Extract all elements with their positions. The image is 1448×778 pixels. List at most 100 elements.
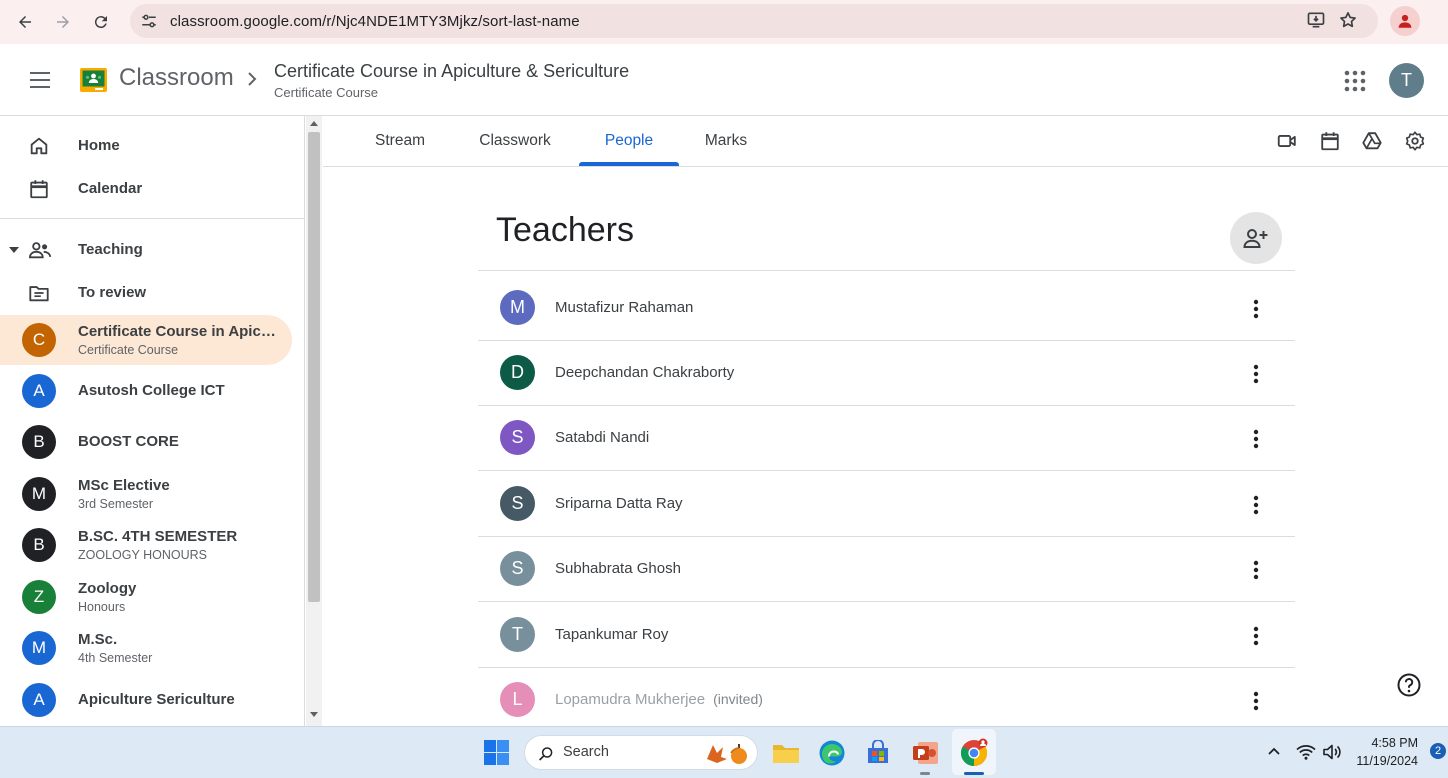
teacher-name: Subhabrata Ghosh bbox=[555, 560, 681, 577]
site-info-icon[interactable] bbox=[132, 12, 166, 30]
course-name: MSc Elective bbox=[78, 477, 170, 494]
clock-time[interactable]: 4:58 PM bbox=[1356, 736, 1418, 750]
people-icon bbox=[28, 239, 52, 261]
sidebar-course-bsc-4th[interactable]: B B.SC. 4TH SEMESTER ZOOLOGY HONOURS bbox=[0, 520, 292, 570]
browser-profile-button[interactable] bbox=[1390, 6, 1420, 36]
microsoft-store-icon[interactable] bbox=[862, 737, 894, 769]
sidebar-course-apiculture[interactable]: A Apiculture Sericulture bbox=[0, 675, 292, 725]
sidebar-item-to-review[interactable]: To review bbox=[0, 277, 292, 309]
scrollbar-thumb[interactable] bbox=[308, 132, 320, 602]
course-name: Apiculture Sericulture bbox=[78, 691, 235, 708]
sidebar-scrollbar[interactable] bbox=[306, 116, 322, 726]
invited-status: (invited) bbox=[713, 691, 763, 707]
tab-classwork[interactable]: Classwork bbox=[468, 116, 562, 166]
scroll-down-icon[interactable] bbox=[310, 712, 318, 718]
classroom-logo[interactable] bbox=[80, 68, 107, 92]
teacher-avatar: S bbox=[500, 551, 535, 586]
teacher-row: S Sriparna Datta Ray bbox=[478, 472, 1295, 537]
teacher-row: T Tapankumar Roy bbox=[478, 603, 1295, 668]
more-options-button[interactable] bbox=[1246, 427, 1266, 451]
back-button[interactable] bbox=[6, 3, 44, 41]
sidebar-item-teaching[interactable]: Teaching bbox=[0, 234, 292, 266]
video-camera-icon[interactable] bbox=[1276, 130, 1298, 152]
autumn-leaves-icon bbox=[701, 739, 755, 767]
teacher-row-invited: L Lopamudra Mukherjee (invited) bbox=[478, 668, 1295, 726]
calendar-icon bbox=[28, 178, 50, 200]
powerpoint-icon[interactable] bbox=[910, 737, 942, 769]
sidebar-course-zoology[interactable]: Z Zoology Honours bbox=[0, 572, 292, 622]
tab-people[interactable]: People bbox=[579, 116, 679, 166]
sidebar-item-home[interactable]: Home bbox=[0, 130, 292, 162]
more-options-button[interactable] bbox=[1246, 297, 1266, 321]
more-options-button[interactable] bbox=[1246, 624, 1266, 648]
sidebar-course-msc[interactable]: M M.Sc. 4th Semester bbox=[0, 623, 292, 673]
app-header: Classroom Certificate Course in Apicultu… bbox=[0, 44, 1448, 116]
kebab-menu-icon bbox=[1253, 364, 1259, 384]
teacher-avatar: L bbox=[500, 682, 535, 717]
edge-browser-icon[interactable] bbox=[816, 737, 848, 769]
more-options-button[interactable] bbox=[1246, 689, 1266, 713]
brand-name[interactable]: Classroom bbox=[119, 64, 234, 92]
sidebar-item-label: To review bbox=[78, 284, 147, 301]
windows-start-icon[interactable] bbox=[484, 740, 509, 765]
wifi-icon[interactable] bbox=[1296, 743, 1316, 761]
google-apps-button[interactable] bbox=[1340, 66, 1370, 96]
help-icon bbox=[1397, 673, 1421, 697]
course-avatar: A bbox=[22, 374, 56, 408]
sidebar-course-msc-elective[interactable]: M MSc Elective 3rd Semester bbox=[0, 469, 292, 519]
apps-grid-icon bbox=[1344, 70, 1366, 92]
teacher-name: Deepchandan Chakraborty bbox=[555, 364, 735, 381]
notification-badge[interactable]: 2 bbox=[1430, 743, 1446, 759]
hamburger-icon bbox=[30, 72, 50, 88]
course-section: Certificate Course bbox=[78, 343, 179, 357]
teacher-avatar: D bbox=[500, 355, 535, 390]
chevron-right-icon bbox=[245, 68, 259, 90]
teacher-row: S Satabdi Nandi bbox=[478, 406, 1295, 471]
tab-stream[interactable]: Stream bbox=[357, 116, 443, 166]
course-name: Zoology bbox=[78, 580, 137, 597]
more-options-button[interactable] bbox=[1246, 558, 1266, 582]
sidebar-course-asutosh[interactable]: A Asutosh College ICT bbox=[0, 366, 292, 416]
file-explorer-icon[interactable] bbox=[770, 737, 802, 769]
address-bar[interactable]: classroom.google.com/r/Njc4NDE1MTY3Mjkz/… bbox=[130, 4, 1378, 38]
sidebar-item-label: Teaching bbox=[78, 241, 143, 258]
more-options-button[interactable] bbox=[1246, 493, 1266, 517]
sidebar-item-label: Calendar bbox=[78, 180, 143, 197]
person-add-icon bbox=[1243, 229, 1268, 248]
course-name: Certificate Course in Apiculture & Seric… bbox=[78, 323, 283, 340]
kebab-menu-icon bbox=[1253, 626, 1259, 646]
sidebar-course-certificate[interactable]: C Certificate Course in Apiculture & Ser… bbox=[0, 315, 292, 365]
main-menu-button[interactable] bbox=[22, 62, 58, 98]
calendar-icon[interactable] bbox=[1319, 130, 1341, 152]
sidebar-item-calendar[interactable]: Calendar bbox=[0, 173, 292, 205]
course-avatar: Z bbox=[22, 580, 56, 614]
chevron-up-icon[interactable] bbox=[1266, 743, 1282, 759]
help-button[interactable] bbox=[1396, 672, 1422, 698]
caret-down-icon[interactable] bbox=[8, 245, 20, 255]
kebab-menu-icon bbox=[1253, 691, 1259, 711]
invite-teacher-button[interactable] bbox=[1230, 212, 1282, 264]
bookmark-star-icon[interactable] bbox=[1338, 10, 1358, 30]
teacher-name: Satabdi Nandi bbox=[555, 429, 650, 446]
settings-gear-icon[interactable] bbox=[1404, 130, 1426, 152]
course-avatar: B bbox=[22, 528, 56, 562]
drive-icon[interactable] bbox=[1361, 130, 1383, 152]
course-title[interactable]: Certificate Course in Apiculture & Seric… bbox=[274, 61, 629, 82]
course-name: M.Sc. bbox=[78, 631, 118, 648]
scroll-up-icon[interactable] bbox=[310, 120, 318, 126]
kebab-menu-icon bbox=[1253, 429, 1259, 449]
sidebar-course-boost-core[interactable]: B BOOST CORE bbox=[0, 417, 292, 467]
taskbar-search[interactable]: Search bbox=[524, 735, 758, 770]
sidebar-item-label: Home bbox=[78, 137, 120, 154]
reload-button[interactable] bbox=[82, 3, 120, 41]
tab-marks[interactable]: Marks bbox=[693, 116, 759, 166]
chrome-browser-icon[interactable] bbox=[958, 737, 990, 769]
more-options-button[interactable] bbox=[1246, 362, 1266, 386]
account-avatar[interactable]: T bbox=[1389, 63, 1424, 98]
forward-button[interactable] bbox=[44, 3, 82, 41]
clock-date[interactable]: 11/19/2024 bbox=[1352, 754, 1418, 768]
course-section: 3rd Semester bbox=[78, 497, 154, 511]
volume-icon[interactable] bbox=[1322, 743, 1342, 761]
teacher-row: D Deepchandan Chakraborty bbox=[478, 341, 1295, 406]
install-app-icon[interactable] bbox=[1306, 10, 1326, 30]
